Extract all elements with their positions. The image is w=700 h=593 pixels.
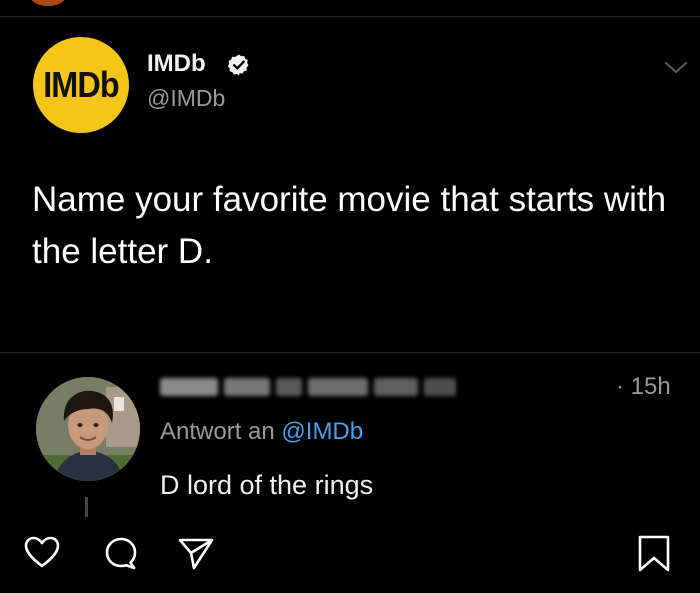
heart-icon[interactable] — [22, 533, 62, 573]
reply-mention-link[interactable]: @IMDb — [281, 418, 363, 445]
profile-photo — [36, 377, 140, 481]
redacted-reply-author — [160, 374, 460, 400]
chevron-down-icon[interactable] — [663, 60, 689, 76]
author-name[interactable]: IMDb — [147, 50, 206, 78]
reply-context: Antwort an @IMDb — [160, 418, 363, 446]
reply-timestamp: · 15h — [616, 373, 671, 400]
imdb-logo-text: IMDb — [43, 64, 119, 105]
reply-divider — [0, 352, 700, 353]
post-text: Name your favorite movie that starts wit… — [32, 180, 667, 271]
bookmark-icon[interactable] — [634, 533, 674, 573]
thread-line — [85, 497, 88, 517]
comment-icon[interactable] — [101, 533, 141, 573]
imdb-avatar[interactable]: IMDb — [33, 37, 129, 133]
author-handle[interactable]: @IMDb — [147, 85, 225, 112]
verified-badge-icon — [227, 54, 249, 76]
reply-avatar[interactable] — [36, 377, 140, 481]
reply-text: D lord of the rings — [160, 470, 374, 500]
reply-prefix: Antwort an — [160, 418, 282, 445]
top-divider — [0, 16, 700, 17]
previous-avatar-peek — [30, 0, 66, 6]
share-icon[interactable] — [176, 533, 216, 573]
